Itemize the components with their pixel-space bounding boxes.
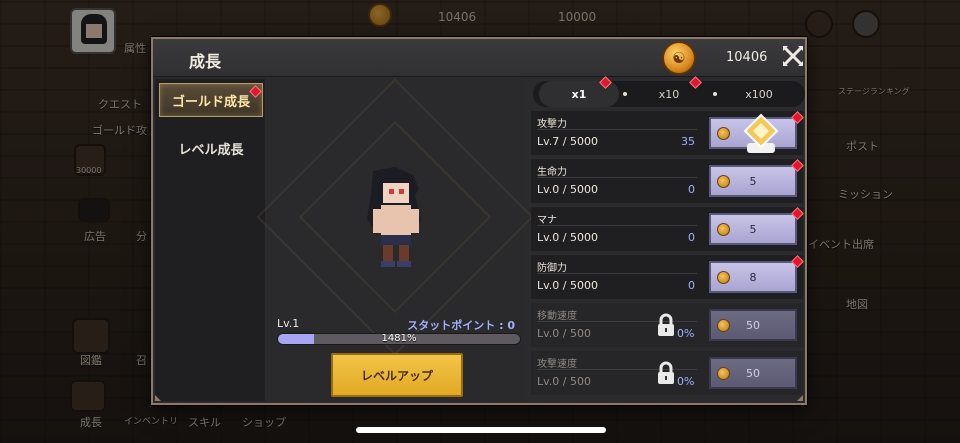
stat-value: 0% [677,327,695,340]
gold-coin-icon [717,175,730,188]
stat-level: Lv.0 / 5000 [537,279,598,292]
upgrade-cost: 8 [749,270,757,284]
upgrade-mana-button[interactable]: 5 [709,213,797,245]
upgrade-attack-button[interactable] [709,113,797,153]
stat-row-vitality: 生命力 Lv.0 / 5000 0 5 [531,159,804,203]
close-icon [782,45,804,67]
stat-value: 0 [688,231,695,244]
stat-row-move-speed: 移動速度 Lv.0 / 500 0% 50 [531,303,803,347]
gold-amount: 10406 [726,50,768,65]
divider [537,273,697,274]
gold-coin-icon [717,367,730,380]
xp-text: 1481% [381,333,417,344]
corner-ornament [155,395,161,401]
gold-coin-icon [717,319,730,332]
gold-coin-icon [717,127,730,140]
panel-title: 成長 [189,52,222,71]
multiplier-selector: x1 x10 x100 [533,76,805,107]
stat-name: マナ [537,215,557,226]
upgrade-cost: 50 [746,318,760,332]
corner-ornament [797,395,803,401]
stat-name: 攻撃速度 [537,359,577,370]
tab-label: レベル成長 [178,142,244,158]
stat-level: Lv.7 / 5000 [537,135,598,148]
tab-gold-growth[interactable]: ゴールド成長 [159,83,263,117]
divider [537,225,697,226]
stat-level: Lv.0 / 5000 [537,183,598,196]
divider [537,177,697,178]
stat-name: 防御力 [537,263,567,274]
stat-level: Lv.0 / 500 [537,327,591,340]
gold-coin-icon [717,271,730,284]
home-indicator[interactable] [356,427,606,433]
growth-panel: 成長 ☯ 10406 ゴールド成長 レベル成長 Lv.1 スタットポイント: … [151,37,807,405]
level-up-button[interactable]: レベルアップ [331,353,463,397]
stat-row-attack-speed: 攻撃速度 Lv.0 / 500 0% 50 [531,351,803,395]
stat-level: Lv.0 / 5000 [537,231,598,244]
divider [537,129,697,130]
lock-icon [658,361,674,384]
stat-row-defense: 防御力 Lv.0 / 5000 0 8 [531,255,804,299]
stat-name: 生命力 [537,167,567,178]
stat-row-mana: マナ Lv.0 / 5000 0 5 [531,207,804,251]
close-button[interactable] [781,44,805,68]
stat-value: 35 [681,135,695,148]
character-sprite [367,167,421,267]
upgrade-cost: 5 [749,222,757,236]
upgrade-cost: 5 [749,174,757,188]
stat-points: スタットポイント : 0 [407,319,515,332]
gold-coin-icon [717,223,730,236]
character-area: Lv.1 スタットポイント : 0 1481% レベルアップ [256,78,534,401]
stat-level: Lv.0 / 500 [537,375,591,388]
notice-gem-icon [249,85,262,98]
upgrade-crystal-icon [743,113,779,153]
upgrade-move-speed-button[interactable]: 50 [709,309,797,341]
separator-dot [713,92,717,96]
stat-value: 0% [677,375,695,388]
stat-name: 攻撃力 [537,119,567,130]
tab-level-growth[interactable]: レベル成長 [159,131,263,165]
stat-row-attack: 攻撃力 Lv.7 / 5000 35 [531,111,804,155]
separator-dot [623,92,627,96]
panel-header: 成長 ☯ 10406 [153,39,805,77]
character-level: Lv.1 [277,317,300,330]
stat-value: 0 [688,279,695,292]
stat-name: 移動速度 [537,311,577,322]
multiplier-x100[interactable]: x100 [719,81,799,107]
tab-label: ゴールド成長 [171,94,250,110]
stat-value: 0 [688,183,695,196]
lock-icon [658,313,674,336]
upgrade-vitality-button[interactable]: 5 [709,165,797,197]
tab-column: ゴールド成長 レベル成長 [155,79,265,401]
gold-coin-icon: ☯ [662,41,696,75]
upgrade-cost: 50 [746,366,760,380]
upgrade-defense-button[interactable]: 8 [709,261,797,293]
xp-bar: 1481% [277,333,521,345]
upgrade-attack-speed-button[interactable]: 50 [709,357,797,389]
